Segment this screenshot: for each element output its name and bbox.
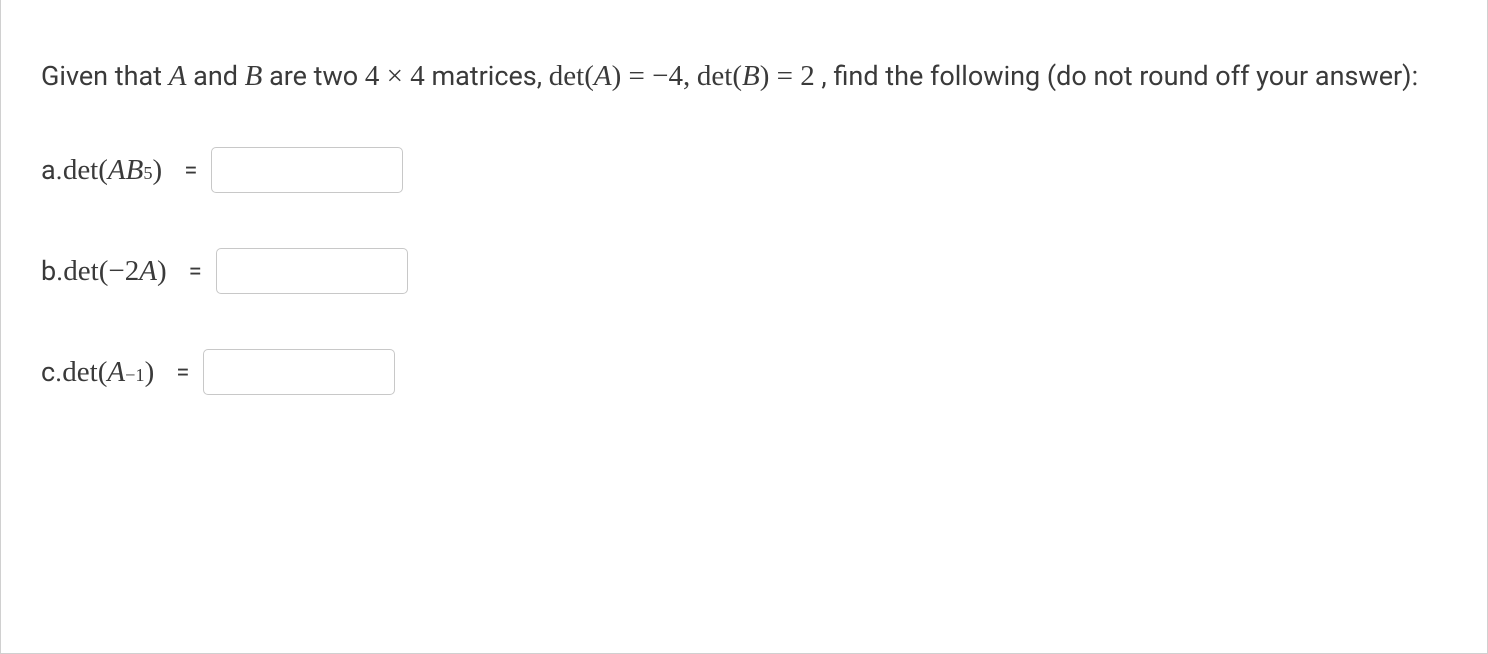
part-b-row: b. det(−2A) = bbox=[41, 248, 1447, 294]
det-open: det( bbox=[63, 255, 108, 288]
var-A: A bbox=[107, 356, 125, 389]
answer-input-a[interactable] bbox=[211, 147, 403, 193]
det-close: ) = bbox=[760, 60, 801, 92]
question-container: Given that A and B are two 4 × 4 matrice… bbox=[0, 0, 1488, 654]
part-c-row: c. det(A−1) = bbox=[41, 349, 1447, 395]
part-letter: a. bbox=[41, 154, 63, 186]
det-close: ) bbox=[145, 356, 155, 389]
problem-prompt: Given that A and B are two 4 × 4 matrice… bbox=[41, 50, 1447, 102]
prompt-text: are two bbox=[262, 60, 365, 92]
matrix-dim: 4 × 4 bbox=[365, 60, 425, 92]
spacer bbox=[690, 60, 697, 92]
var-A: A bbox=[139, 255, 157, 288]
prompt-text: Given that bbox=[41, 60, 169, 92]
det-label: det( bbox=[697, 60, 742, 92]
part-c-label: c. det(A−1) bbox=[41, 356, 154, 389]
var-B: B bbox=[742, 60, 760, 92]
var-B: B bbox=[245, 60, 263, 92]
det-close: ) bbox=[157, 255, 167, 288]
det-label: det( bbox=[549, 60, 594, 92]
var-A: A bbox=[108, 154, 126, 187]
prompt-text: matrices, bbox=[425, 60, 549, 92]
det-B-value: 2 bbox=[800, 60, 815, 92]
part-b-label: b. det(−2A) bbox=[41, 255, 167, 288]
equals-sign: = bbox=[176, 358, 189, 386]
equals-sign: = bbox=[189, 257, 202, 285]
det-open: det( bbox=[62, 356, 107, 389]
part-a-label: a. det(AB5) bbox=[41, 154, 162, 187]
neg-two: −2 bbox=[108, 255, 139, 288]
det-close: ) bbox=[153, 154, 163, 187]
answer-input-b[interactable] bbox=[216, 248, 408, 294]
part-a-row: a. det(AB5) = bbox=[41, 147, 1447, 193]
prompt-text: , find the following (do not round off y… bbox=[815, 60, 1418, 92]
var-B: B bbox=[126, 154, 144, 187]
var-A: A bbox=[169, 60, 187, 92]
answer-input-c[interactable] bbox=[203, 349, 395, 395]
part-letter: b. bbox=[41, 255, 63, 287]
part-letter: c. bbox=[41, 356, 62, 388]
det-close: ) = bbox=[612, 60, 653, 92]
equals-sign: = bbox=[184, 156, 197, 184]
det-A-value: −4, bbox=[652, 60, 690, 92]
det-open: det( bbox=[63, 154, 108, 187]
var-A: A bbox=[594, 60, 612, 92]
prompt-text: and bbox=[186, 60, 244, 92]
